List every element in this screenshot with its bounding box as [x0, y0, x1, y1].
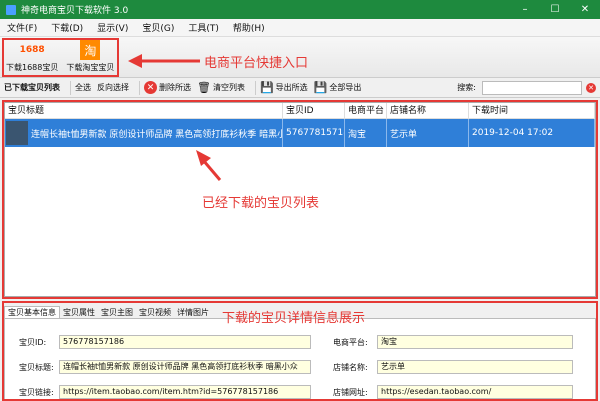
arrow-list [201, 159, 222, 181]
annotation-quick: 电商平台快捷入口 [204, 56, 309, 71]
arrow-quick-head [128, 54, 142, 68]
annotation-detail: 下载的宝贝详情信息展示 [222, 311, 366, 326]
annotation-list: 已经下载的宝贝列表 [202, 196, 320, 211]
arrow-list-head [196, 150, 211, 166]
